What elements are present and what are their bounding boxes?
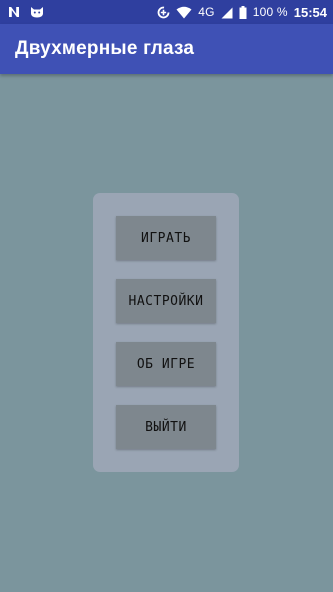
play-button[interactable]: ИГРАТЬ bbox=[116, 216, 216, 260]
notification-n-icon bbox=[8, 6, 20, 18]
cat-icon bbox=[30, 6, 44, 18]
battery-percent: 100 % bbox=[252, 5, 288, 19]
exit-button[interactable]: ВЫЙТИ bbox=[116, 405, 216, 449]
signal-icon bbox=[221, 6, 233, 19]
app-bar: Двухмерные глаза bbox=[0, 24, 333, 74]
wifi-icon bbox=[176, 6, 192, 19]
app-title: Двухмерные глаза bbox=[15, 38, 195, 59]
data-saver-icon bbox=[157, 6, 170, 19]
settings-button[interactable]: НАСТРОЙКИ bbox=[116, 279, 216, 323]
battery-icon bbox=[239, 5, 247, 19]
main-menu-panel: ИГРАТЬ НАСТРОЙКИ ОБ ИГРЕ ВЫЙТИ bbox=[93, 193, 239, 472]
status-right-icons: 4G 100 % 15:54 bbox=[157, 5, 327, 20]
about-game-button[interactable]: ОБ ИГРЕ bbox=[116, 342, 216, 386]
network-type: 4G bbox=[198, 5, 215, 19]
clock: 15:54 bbox=[293, 4, 327, 20]
status-bar: 4G 100 % 15:54 bbox=[0, 0, 333, 24]
status-left-icons bbox=[8, 6, 44, 18]
